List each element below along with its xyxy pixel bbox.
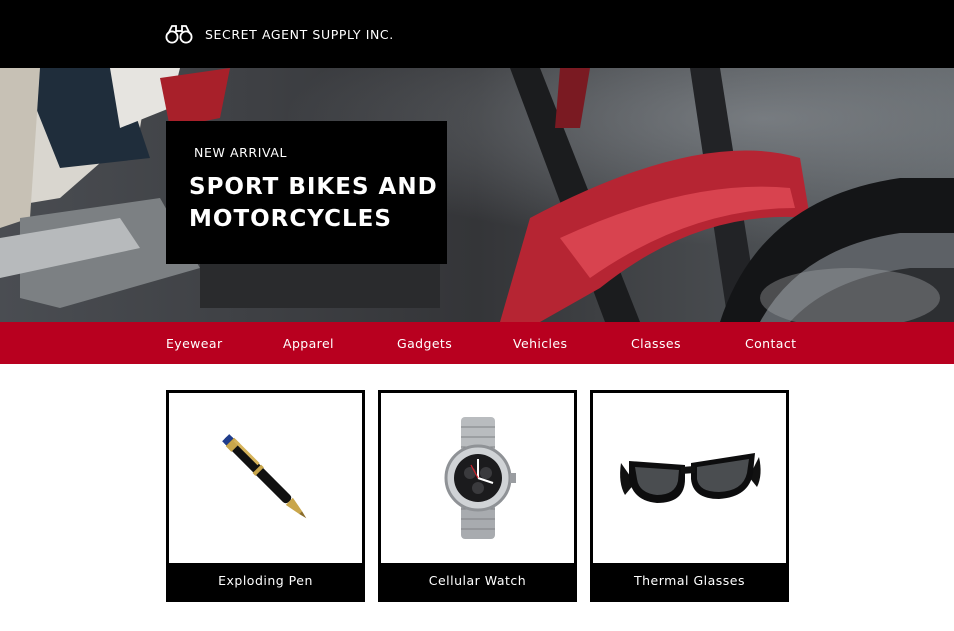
product-card-cellular-watch[interactable]: Cellular Watch: [378, 390, 577, 602]
motorcycle-photo: [0, 68, 954, 322]
nav-item-apparel[interactable]: Apparel: [283, 336, 334, 351]
top-header: SECRET AGENT SUPPLY INC.: [0, 0, 954, 68]
nav-item-vehicles[interactable]: Vehicles: [513, 336, 567, 351]
category-nav: Eyewear Apparel Gadgets Vehicles Classes…: [0, 322, 954, 364]
hero-card[interactable]: NEW ARRIVAL SPORT BIKES AND MOTORCYCLES: [166, 121, 447, 264]
nav-item-gadgets[interactable]: Gadgets: [397, 336, 452, 351]
sunglasses-icon: [619, 453, 761, 503]
product-name: Cellular Watch: [381, 563, 574, 599]
hero-eyebrow: NEW ARRIVAL: [194, 145, 288, 160]
binoculars-icon: [165, 25, 193, 44]
nav-item-eyewear[interactable]: Eyewear: [166, 336, 223, 351]
pen-icon: [221, 434, 306, 519]
product-name: Exploding Pen: [169, 563, 362, 599]
hero-title: SPORT BIKES AND MOTORCYCLES: [189, 174, 438, 232]
nav-item-classes[interactable]: Classes: [631, 336, 681, 351]
product-image: [381, 393, 574, 563]
product-card-thermal-glasses[interactable]: Thermal Glasses: [590, 390, 789, 602]
watch-icon: [444, 417, 516, 539]
product-image: [169, 393, 362, 563]
product-name: Thermal Glasses: [593, 563, 786, 599]
brand-name: SECRET AGENT SUPPLY INC.: [205, 26, 394, 42]
product-card-exploding-pen[interactable]: Exploding Pen: [166, 390, 365, 602]
nav-item-contact[interactable]: Contact: [745, 336, 796, 351]
brand[interactable]: SECRET AGENT SUPPLY INC.: [165, 22, 394, 46]
hero-banner: NEW ARRIVAL SPORT BIKES AND MOTORCYCLES: [0, 68, 954, 322]
product-image: [593, 393, 786, 563]
